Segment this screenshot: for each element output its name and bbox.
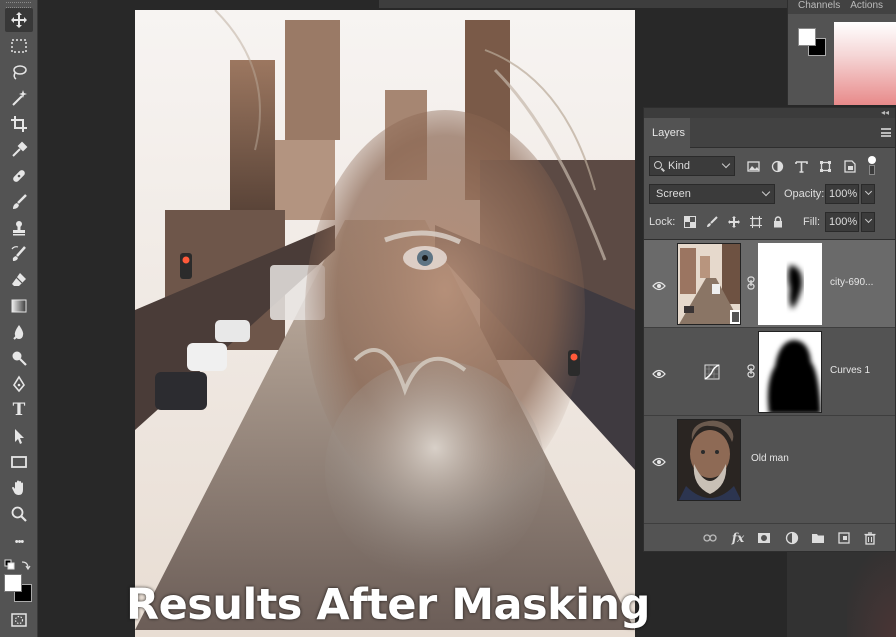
layer-mask-thumbnail-city[interactable] — [758, 243, 822, 325]
add-mask-icon[interactable] — [756, 530, 772, 546]
chevron-down-icon — [864, 215, 873, 224]
layer-name[interactable]: city-690... — [830, 277, 873, 288]
layer-row-curves[interactable]: Curves 1 — [644, 328, 895, 416]
filter-smart-object-icon[interactable] — [841, 158, 857, 174]
eraser-icon[interactable] — [5, 268, 33, 292]
rectangular-marquee-icon[interactable] — [5, 34, 33, 58]
delete-icon[interactable] — [862, 530, 878, 546]
brush-icon[interactable] — [5, 190, 33, 214]
lock-artboard-icon[interactable] — [749, 215, 763, 229]
layer-mask-thumbnail-curves[interactable] — [758, 331, 822, 413]
blend-opacity-row: Screen Opacity: 100% — [649, 184, 890, 206]
search-icon — [654, 161, 662, 169]
opacity-label: Opacity: — [784, 188, 825, 200]
filter-shape-icon[interactable] — [817, 158, 833, 174]
gradient-icon[interactable] — [5, 294, 33, 318]
opacity-dropdown[interactable] — [861, 184, 875, 204]
lock-all-icon[interactable] — [771, 215, 785, 229]
fill-label: Fill: — [803, 216, 821, 228]
filter-adjustment-icon[interactable] — [769, 158, 785, 174]
magic-wand-icon[interactable] — [5, 86, 33, 110]
panel-menu-icon[interactable] — [881, 128, 891, 137]
crop-icon[interactable] — [5, 112, 33, 136]
lock-position-icon[interactable] — [727, 215, 741, 229]
document-tab-strip — [379, 0, 809, 8]
filter-kind-select[interactable]: Kind — [649, 156, 735, 176]
visibility-eye-icon[interactable] — [652, 454, 666, 467]
layer-thumbnail-old-man[interactable] — [677, 419, 741, 501]
visibility-eye-icon[interactable] — [652, 366, 666, 379]
layer-thumbnail-city[interactable] — [677, 243, 741, 325]
link-layers-icon[interactable] — [702, 530, 718, 546]
foreground-background-swatches[interactable] — [4, 574, 34, 604]
hand-icon[interactable] — [5, 476, 33, 500]
pen-icon[interactable] — [5, 372, 33, 396]
double-exposure-artwork — [135, 10, 635, 637]
blur-icon[interactable] — [5, 320, 33, 344]
panel-collapse-bar[interactable]: ◂◂ — [644, 108, 895, 118]
lock-pixels-icon[interactable] — [705, 215, 719, 229]
more-tools-icon[interactable]: ••• — [5, 530, 33, 554]
fill-dropdown[interactable] — [861, 212, 875, 232]
spot-healing-icon[interactable] — [5, 164, 33, 188]
filter-type-icon[interactable] — [793, 158, 809, 174]
color-picker-field[interactable] — [834, 22, 896, 105]
group-folder-icon[interactable] — [810, 530, 826, 546]
color-panel: Channels Actions — [787, 0, 896, 105]
clone-stamp-icon[interactable] — [5, 216, 33, 240]
default-colors-icon[interactable] — [4, 558, 34, 571]
lock-transparent-icon[interactable] — [683, 215, 697, 229]
opacity-input[interactable]: 100% — [825, 184, 859, 204]
chevron-down-icon — [761, 187, 771, 197]
lasso-icon[interactable] — [5, 60, 33, 84]
document-canvas[interactable] — [135, 10, 635, 637]
layers-bottom-bar: fx — [644, 523, 895, 551]
layers-panel: ◂◂ Layers Kind Screen Opacity: 100% Lock… — [643, 107, 896, 552]
eyedropper-icon[interactable] — [5, 138, 33, 162]
tab-actions[interactable]: Actions — [840, 0, 883, 14]
curves-adjustment-icon[interactable] — [704, 364, 720, 380]
new-layer-icon[interactable] — [836, 530, 852, 546]
tools-panel: T ••• — [0, 0, 38, 637]
lock-label: Lock: — [649, 216, 676, 228]
layer-filter-row: Kind — [649, 156, 890, 178]
layer-name[interactable]: Curves 1 — [830, 365, 870, 376]
layers-tab-bar: Layers — [644, 118, 895, 148]
layer-row-city[interactable]: city-690... — [644, 240, 895, 328]
blend-mode-select[interactable]: Screen — [649, 184, 775, 204]
rectangle-icon[interactable] — [5, 450, 33, 474]
right-panel-area — [787, 552, 896, 637]
lock-fill-row: Lock: Fill: 100% — [649, 212, 890, 234]
history-brush-icon[interactable] — [5, 242, 33, 266]
path-selection-icon[interactable] — [5, 424, 33, 448]
visibility-eye-icon[interactable] — [652, 278, 666, 291]
chevron-down-icon — [721, 159, 731, 169]
mask-link-icon[interactable] — [747, 276, 755, 290]
mask-link-icon[interactable] — [747, 364, 755, 378]
layer-list: city-690... Curves 1 Old man — [644, 239, 895, 504]
dodge-icon[interactable] — [5, 346, 33, 370]
tab-layers[interactable]: Layers — [644, 118, 690, 148]
tab-channels[interactable]: Channels — [788, 0, 840, 14]
fx-icon[interactable]: fx — [730, 530, 746, 546]
foreground-color-swatch[interactable] — [4, 574, 22, 592]
filter-toggle-icon[interactable] — [867, 156, 877, 176]
layer-name[interactable]: Old man — [751, 453, 789, 464]
zoom-icon[interactable] — [5, 502, 33, 526]
move-tool-icon[interactable] — [5, 8, 33, 32]
chevron-down-icon — [864, 187, 873, 196]
layer-row-old-man[interactable]: Old man — [644, 416, 895, 504]
results-caption: Results After Masking — [126, 580, 650, 630]
color-panel-tabs: Channels Actions — [788, 0, 896, 14]
type-tool-icon[interactable]: T — [5, 398, 33, 422]
adjustment-layer-icon[interactable] — [784, 530, 800, 546]
quick-mask-icon[interactable] — [5, 610, 33, 630]
panel-foreground-swatch[interactable] — [798, 28, 816, 46]
fill-input[interactable]: 100% — [825, 212, 859, 232]
filter-pixel-icon[interactable] — [745, 158, 761, 174]
